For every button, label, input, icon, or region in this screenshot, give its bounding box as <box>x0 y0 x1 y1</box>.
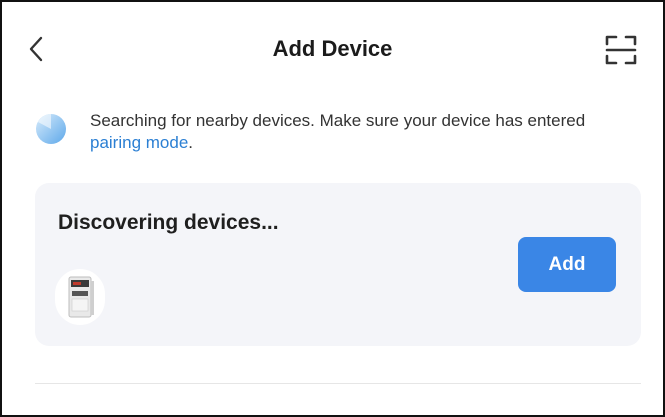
discovery-card: Discovering devices... Add <box>35 183 641 346</box>
device-thumbnail <box>55 269 105 325</box>
discovery-title: Discovering devices... <box>58 211 279 234</box>
scan-icon <box>605 35 637 65</box>
search-status-suffix: . <box>188 133 194 152</box>
pairing-mode-link[interactable]: pairing mode <box>90 133 188 152</box>
searching-spinner-icon <box>34 112 68 146</box>
app-frame: Add Device Searching for nearby devices.… <box>0 0 665 417</box>
search-status-text: Searching for nearby devices. Make sure … <box>90 110 630 154</box>
scan-button[interactable] <box>604 33 638 67</box>
page-title: Add Device <box>272 36 393 61</box>
divider <box>35 383 641 384</box>
device-thumbnail-icon <box>68 276 94 318</box>
search-status-message: Searching for nearby devices. Make sure … <box>90 111 586 130</box>
add-device-button[interactable]: Add <box>518 237 616 292</box>
